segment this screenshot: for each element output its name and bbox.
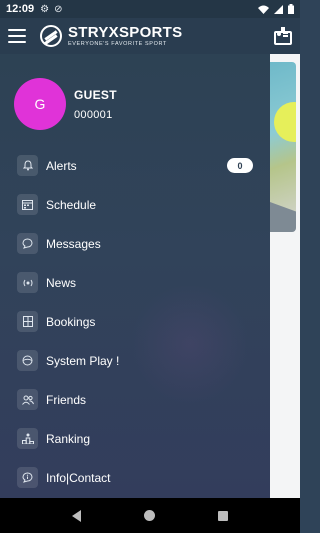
logo-mark-icon — [40, 25, 62, 47]
menu-item-bookings[interactable]: Bookings — [0, 302, 270, 341]
menu-item-schedule[interactable]: Schedule — [0, 185, 270, 224]
menu-item-messages[interactable]: Messages — [0, 224, 270, 263]
signal-icon — [274, 4, 283, 14]
app-bar: STRYXSPORTS EVERYONE'S FAVORITE SPORT — [0, 18, 300, 54]
friends-icon — [17, 389, 38, 410]
profile-header[interactable]: G GUEST 000001 — [14, 78, 117, 130]
menu-item-alerts[interactable]: Alerts 0 — [0, 146, 270, 185]
ball-icon — [17, 350, 38, 371]
status-time: 12:09 — [6, 3, 35, 15]
bell-icon — [17, 155, 38, 176]
recents-icon[interactable] — [218, 510, 229, 521]
home-icon[interactable] — [143, 510, 155, 521]
calendar-icon — [17, 194, 38, 215]
menu-item-label: Friends — [46, 392, 87, 407]
profile-name: GUEST — [74, 87, 117, 102]
broadcast-icon — [17, 272, 38, 293]
logo-subtitle: EVERYONE'S FAVORITE SPORT — [68, 40, 167, 47]
contact-card-icon[interactable] — [274, 27, 292, 45]
menu-item-label: Info|Contact — [46, 470, 111, 485]
main-content-peek — [270, 54, 300, 498]
navigation-drawer: G GUEST 000001 Alerts 0 Schedule Message… — [0, 54, 270, 498]
menu-item-system-play[interactable]: System Play ! — [0, 341, 270, 380]
menu-item-ranking[interactable]: Ranking — [0, 419, 270, 458]
app-logo: STRYXSPORTS EVERYONE'S FAVORITE SPORT — [40, 25, 182, 48]
blocked-icon: ⊘ — [54, 3, 63, 15]
menu-item-label: Ranking — [46, 431, 91, 446]
wifi-icon — [258, 5, 269, 14]
menu-item-label: Bookings — [46, 314, 96, 329]
bookings-icon — [17, 311, 38, 332]
menu-icon[interactable] — [8, 29, 26, 43]
drawer-menu: Alerts 0 Schedule Messages News Bookings… — [0, 146, 270, 497]
menu-item-news[interactable]: News — [0, 263, 270, 302]
chat-icon — [17, 233, 38, 254]
avatar[interactable]: G — [14, 78, 66, 130]
system-nav-bar — [0, 498, 300, 533]
info-chat-icon — [17, 467, 38, 488]
menu-item-label: News — [46, 275, 77, 290]
menu-item-label: Alerts — [46, 158, 77, 173]
logo-title: STRYXSPORTS — [68, 23, 183, 41]
menu-item-label: Schedule — [46, 197, 97, 212]
podium-icon — [17, 428, 38, 449]
status-bar: 12:09 ⚙ ⊘ — [0, 0, 300, 18]
menu-item-label: Messages — [46, 236, 101, 251]
menu-item-friends[interactable]: Friends — [0, 380, 270, 419]
back-icon[interactable] — [71, 509, 81, 522]
menu-item-label: System Play ! — [46, 353, 120, 368]
menu-item-info-contact[interactable]: Info|Contact — [0, 458, 270, 497]
profile-id: 000001 — [74, 108, 113, 121]
gear-icon: ⚙ — [40, 3, 50, 15]
battery-icon — [288, 4, 294, 14]
alerts-count-badge: 0 — [227, 158, 253, 173]
content-card-image — [270, 62, 296, 232]
